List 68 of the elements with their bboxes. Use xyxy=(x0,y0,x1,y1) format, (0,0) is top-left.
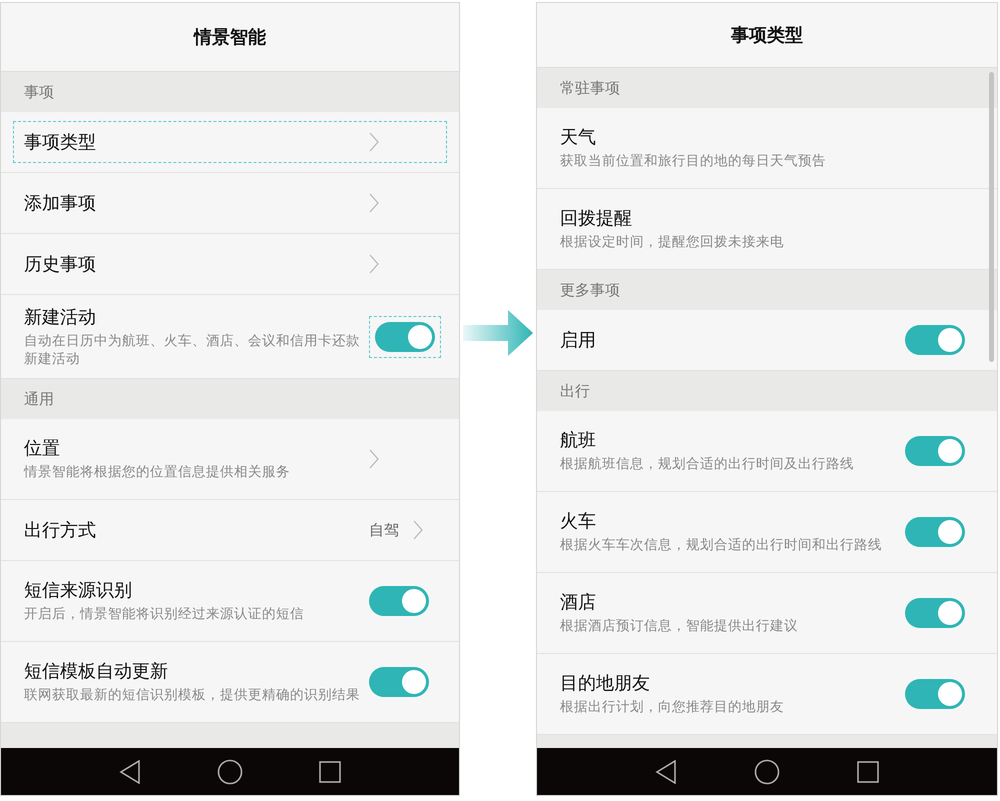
settings-row[interactable]: 事项类型 xyxy=(1,112,459,173)
toggle-switch[interactable] xyxy=(369,667,429,698)
row-description: 根据出行计划，向您推荐目的地朋友 xyxy=(560,699,785,717)
row-title: 天气 xyxy=(560,126,597,150)
row-title: 目的地朋友 xyxy=(560,672,651,696)
settings-row[interactable]: 短信来源识别 开启后，情景智能将识别经过来源认证的短信 xyxy=(1,561,459,642)
chevron-icon xyxy=(369,193,379,213)
toggle-switch[interactable] xyxy=(369,586,429,616)
row-description: 根据设定时间，提醒您回拨未接来电 xyxy=(560,234,785,252)
settings-row[interactable]: 位置 情景智能将根据您的位置信息提供相关服务 xyxy=(1,419,459,500)
toggle-switch[interactable] xyxy=(905,517,965,547)
row-title: 火车 xyxy=(560,510,597,534)
section-header: 通用 xyxy=(24,390,54,409)
row-description: 根据酒店预订信息，智能提供出行建议 xyxy=(560,618,799,636)
recents-icon[interactable] xyxy=(319,760,341,782)
row-description: 联网获取最新的短信识别模板，提供更精确的识别结果 xyxy=(24,687,361,705)
row-description: 根据航班信息，规划合适的出行时间及出行路线 xyxy=(560,456,855,474)
row-value: 自驾 xyxy=(369,520,399,540)
toggle-switch[interactable] xyxy=(905,436,965,466)
row-description: 根据火车车次信息，规划合适的出行时间和出行路线 xyxy=(560,537,883,555)
settings-row[interactable]: 天气 获取当前位置和旅行目的地的每日天气预告 xyxy=(537,108,997,189)
section-header: 更多事项 xyxy=(560,280,620,300)
settings-row[interactable]: 火车 根据火车车次信息，规划合适的出行时间和出行路线 xyxy=(537,492,997,573)
row-title: 出行方式 xyxy=(24,519,97,542)
toggle-switch[interactable] xyxy=(905,598,965,628)
chevron-icon xyxy=(413,520,423,540)
settings-row[interactable]: 添加事项 xyxy=(1,173,459,234)
toggle-switch[interactable] xyxy=(905,325,965,355)
toggle-switch[interactable] xyxy=(905,679,965,709)
row-title: 历史事项 xyxy=(24,253,97,276)
arrow-icon xyxy=(463,310,533,356)
row-description: 获取当前位置和旅行目的地的每日天气预告 xyxy=(560,153,827,171)
back-icon[interactable] xyxy=(119,760,141,784)
row-title: 回拨提醒 xyxy=(560,207,633,230)
section-header: 事项 xyxy=(24,82,54,102)
row-title: 新建活动 xyxy=(24,306,97,329)
row-title: 事项类型 xyxy=(24,131,97,154)
settings-row[interactable]: 启用 xyxy=(537,310,997,371)
row-title: 添加事项 xyxy=(24,192,97,215)
settings-row[interactable]: 航班 根据航班信息，规划合适的出行时间及出行路线 xyxy=(537,411,997,492)
home-icon[interactable] xyxy=(217,758,243,784)
row-title: 航班 xyxy=(560,429,597,452)
row-description: 情景智能将根据您的位置信息提供相关服务 xyxy=(24,464,291,482)
row-title: 短信来源识别 xyxy=(24,579,133,602)
chevron-icon xyxy=(369,254,379,274)
screen-title: 事项类型 xyxy=(731,24,803,47)
section-header: 出行 xyxy=(560,382,590,400)
back-icon[interactable] xyxy=(655,760,678,784)
row-title: 酒店 xyxy=(560,591,597,614)
home-icon[interactable] xyxy=(754,758,780,784)
toggle-switch[interactable] xyxy=(375,322,435,352)
row-title: 启用 xyxy=(560,329,597,352)
row-title: 位置 xyxy=(24,437,61,460)
chevron-icon xyxy=(369,449,379,470)
recents-icon[interactable] xyxy=(856,760,879,782)
settings-row[interactable]: 历史事项 xyxy=(1,234,459,295)
row-description: 自动在日历中为航班、火车、酒店、会议和信用卡还款新建活动 xyxy=(24,333,361,368)
screen-title: 情景智能 xyxy=(194,26,266,49)
settings-row[interactable]: 新建活动 自动在日历中为航班、火车、酒店、会议和信用卡还款新建活动 xyxy=(1,295,459,380)
settings-row[interactable]: 出行方式 自驾 xyxy=(1,500,459,562)
settings-row[interactable]: 短信模板自动更新 联网获取最新的短信识别模板，提供更精确的识别结果 xyxy=(1,642,459,724)
settings-row[interactable]: 回拨提醒 根据设定时间，提醒您回拨未接来电 xyxy=(537,189,997,270)
row-description: 开启后，情景智能将识别经过来源认证的短信 xyxy=(24,606,305,624)
section-header: 常驻事项 xyxy=(560,78,620,98)
chevron-icon xyxy=(369,132,379,152)
settings-row[interactable]: 酒店 根据酒店预订信息，智能提供出行建议 xyxy=(537,573,997,654)
settings-row[interactable]: 目的地朋友 根据出行计划，向您推荐目的地朋友 xyxy=(537,654,997,735)
row-title: 短信模板自动更新 xyxy=(24,660,169,684)
